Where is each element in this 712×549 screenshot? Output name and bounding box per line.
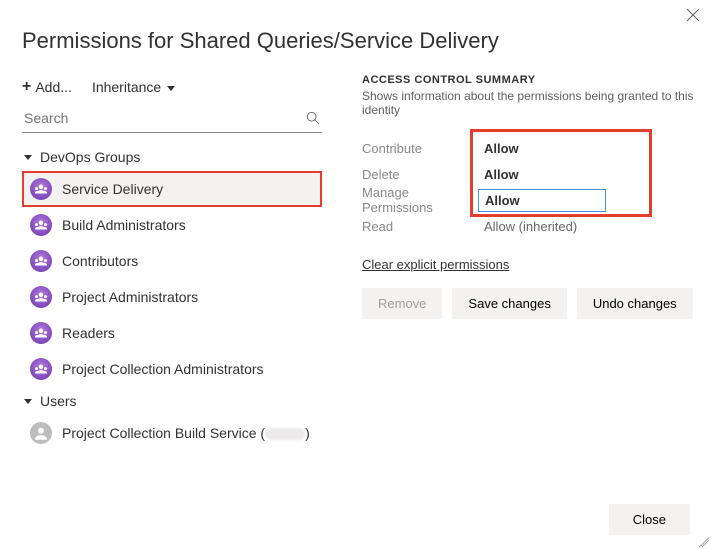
add-button[interactable]: + Add...: [22, 78, 72, 96]
perm-row-manage: Manage Permissions Allow: [362, 187, 694, 213]
chevron-down-icon: [24, 155, 32, 160]
group-label: DevOps Groups: [40, 149, 140, 165]
acs-panel: ACCESS CONTROL SUMMARY Shows information…: [322, 72, 694, 451]
group-label: Users: [40, 393, 77, 409]
perm-value-dropdown[interactable]: Allow: [478, 164, 525, 185]
undo-changes-button[interactable]: Undo changes: [577, 288, 693, 319]
group-icon: [30, 322, 52, 344]
chevron-down-icon: [167, 86, 175, 91]
identity-list: DevOps Groups Service Delivery Build Adm…: [22, 143, 322, 451]
search-input[interactable]: [24, 110, 306, 126]
identity-label: Contributors: [62, 253, 138, 269]
identity-label: Build Administrators: [62, 217, 186, 233]
page-title: Permissions for Shared Queries/Service D…: [0, 0, 712, 72]
perm-value-dropdown[interactable]: Allow: [478, 138, 525, 159]
group-icon: [30, 214, 52, 236]
perm-row-read: Read Allow (inherited): [362, 213, 694, 239]
group-header-devops[interactable]: DevOps Groups: [22, 143, 322, 171]
remove-button[interactable]: Remove: [362, 288, 442, 319]
inheritance-dropdown[interactable]: Inheritance: [92, 79, 175, 95]
perm-label: Manage Permissions: [362, 185, 478, 215]
perm-label: Read: [362, 219, 478, 234]
chevron-down-icon: [24, 399, 32, 404]
group-icon: [30, 178, 52, 200]
redacted-text: [265, 428, 305, 440]
footer: Close: [609, 504, 690, 535]
group-icon: [30, 250, 52, 272]
perm-row-delete: Delete Allow: [362, 161, 694, 187]
identity-contributors[interactable]: Contributors: [22, 243, 322, 279]
group-icon: [30, 286, 52, 308]
identity-label: Readers: [62, 325, 115, 341]
inheritance-label: Inheritance: [92, 79, 161, 95]
identity-label: Project Administrators: [62, 289, 198, 305]
acs-subtitle: Shows information about the permissions …: [362, 89, 694, 117]
permission-grid: Contribute Allow Delete Allow Manage Per…: [362, 135, 694, 239]
close-button[interactable]: Close: [609, 504, 690, 535]
user-icon: [30, 422, 52, 444]
identity-collection-admins[interactable]: Project Collection Administrators: [22, 351, 322, 387]
group-icon: [30, 358, 52, 380]
clear-explicit-permissions-link[interactable]: Clear explicit permissions: [362, 257, 509, 272]
close-icon[interactable]: [686, 8, 700, 27]
main-area: + Add... Inheritance DevOps Groups Servi…: [0, 72, 712, 451]
action-buttons: Remove Save changes Undo changes: [362, 288, 694, 319]
identity-panel: + Add... Inheritance DevOps Groups Servi…: [22, 72, 322, 451]
identity-build-admins[interactable]: Build Administrators: [22, 207, 322, 243]
search-icon: [306, 111, 320, 125]
identity-project-admins[interactable]: Project Administrators: [22, 279, 322, 315]
search-box[interactable]: [22, 106, 322, 133]
perm-label: Contribute: [362, 141, 478, 156]
identity-label: Service Delivery: [62, 181, 163, 197]
identity-label: Project Collection Build Service (): [62, 425, 310, 441]
resize-grip[interactable]: [695, 532, 709, 546]
add-label: Add...: [35, 79, 72, 95]
perm-label: Delete: [362, 167, 478, 182]
perm-value-dropdown[interactable]: Allow (inherited): [478, 216, 583, 237]
group-header-users[interactable]: Users: [22, 387, 322, 415]
identity-label: Project Collection Administrators: [62, 361, 264, 377]
perm-row-contribute: Contribute Allow: [362, 135, 694, 161]
perm-value-dropdown[interactable]: Allow: [478, 189, 606, 212]
identity-collection-build-service[interactable]: Project Collection Build Service (): [22, 415, 322, 451]
left-toolbar: + Add... Inheritance: [22, 72, 322, 106]
identity-readers[interactable]: Readers: [22, 315, 322, 351]
acs-title: ACCESS CONTROL SUMMARY: [362, 74, 694, 86]
plus-icon: +: [22, 78, 31, 96]
identity-service-delivery[interactable]: Service Delivery: [22, 171, 322, 207]
save-changes-button[interactable]: Save changes: [452, 288, 566, 319]
